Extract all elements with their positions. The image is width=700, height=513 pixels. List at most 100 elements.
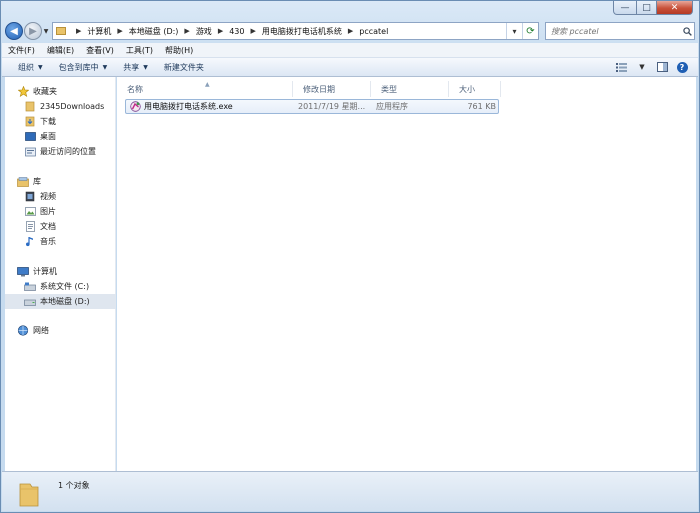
pictures-icon	[24, 206, 36, 218]
star-icon	[17, 86, 29, 98]
column-header-type[interactable]: 类型	[371, 81, 449, 97]
explorer-window: — □ ✕ ◀ ▶ ▼ ▶ 计算机 ▶ 本地磁盘 (D:) ▶ 游戏 ▶ 430…	[0, 0, 700, 513]
nav-libraries[interactable]: 库	[5, 174, 116, 189]
file-list-pane: 名称 ▲ 修改日期 类型 大小 用电脑拨打电话系统.exe 2011/7/19 …	[117, 77, 696, 471]
column-header-date-label: 修改日期	[303, 84, 335, 94]
nav-item-label: 图片	[40, 207, 56, 216]
chevron-down-icon: ▾	[512, 26, 517, 36]
nav-item-desktop[interactable]: 桌面	[5, 129, 116, 144]
share-button[interactable]: 共享 ▼	[115, 62, 156, 73]
toolbar-right: ▼ ?	[612, 59, 698, 75]
address-row: ◀ ▶ ▼ ▶ 计算机 ▶ 本地磁盘 (D:) ▶ 游戏 ▶ 430 ▶ 用电脑…	[5, 19, 695, 43]
column-header-name[interactable]: 名称 ▲	[117, 81, 293, 97]
sort-ascending-icon: ▲	[205, 81, 210, 88]
system-drive-icon	[24, 281, 36, 293]
nav-computer[interactable]: 计算机	[5, 264, 116, 279]
help-button[interactable]: ?	[672, 59, 692, 75]
nav-item-music[interactable]: 音乐	[5, 234, 116, 249]
chevron-right-icon[interactable]: ▶	[348, 27, 353, 35]
refresh-button[interactable]: ⟳	[522, 23, 538, 39]
menu-help[interactable]: 帮助(H)	[159, 45, 199, 56]
desktop-icon	[24, 131, 36, 143]
column-header-date[interactable]: 修改日期	[293, 81, 371, 97]
folder-icon	[56, 27, 66, 35]
forward-arrow-icon: ▶	[29, 25, 37, 37]
menu-view[interactable]: 查看(V)	[80, 45, 120, 56]
nav-item-documents[interactable]: 文档	[5, 219, 116, 234]
back-button[interactable]: ◀	[5, 22, 23, 40]
share-label: 共享	[123, 62, 140, 72]
breadcrumb-drive-d[interactable]: 本地磁盘 (D:)	[129, 26, 179, 37]
search-icon[interactable]	[680, 26, 694, 36]
file-type: 应用程序	[376, 102, 408, 111]
nav-item-label: 最近访问的位置	[40, 147, 96, 156]
nav-item-drive-c[interactable]: 系统文件 (C:)	[5, 279, 116, 294]
address-dropdown-button[interactable]: ▾	[506, 23, 522, 39]
nav-item-drive-d[interactable]: 本地磁盘 (D:)	[5, 294, 116, 309]
column-header-size[interactable]: 大小	[449, 81, 501, 97]
nav-item-label: 下载	[40, 117, 56, 126]
menu-file[interactable]: 文件(F)	[2, 45, 41, 56]
breadcrumb-pccatel[interactable]: pccatel	[359, 27, 388, 36]
minimize-button[interactable]: —	[613, 1, 637, 15]
command-bar: 组织 ▼ 包含到库中 ▼ 共享 ▼ 新建文件夹 ▼ ?	[2, 58, 698, 77]
preview-pane-button[interactable]	[652, 59, 672, 75]
menu-edit[interactable]: 编辑(E)	[41, 45, 80, 56]
chevron-right-icon[interactable]: ▶	[76, 27, 81, 35]
local-disk-icon	[24, 296, 36, 308]
chevron-right-icon[interactable]: ▶	[250, 27, 255, 35]
breadcrumb-430[interactable]: 430	[229, 27, 244, 36]
back-arrow-icon: ◀	[10, 25, 18, 37]
maximize-button[interactable]: □	[637, 1, 657, 15]
nav-computer-label: 计算机	[33, 267, 57, 276]
preview-pane-icon	[656, 62, 668, 72]
nav-network[interactable]: 网络	[5, 323, 116, 338]
close-button[interactable]: ✕	[657, 1, 693, 15]
organize-label: 组织	[18, 62, 34, 72]
nav-item-2345downloads[interactable]: 2345Downloads	[5, 99, 116, 114]
nav-favorites[interactable]: 收藏夹	[5, 84, 116, 99]
nav-item-label: 桌面	[40, 132, 56, 141]
breadcrumb-computer[interactable]: 计算机	[87, 26, 111, 37]
include-in-library-label: 包含到库中	[58, 62, 99, 72]
search-input[interactable]	[551, 26, 680, 36]
computer-icon	[17, 266, 29, 278]
document-icon	[24, 221, 36, 233]
nav-item-label: 文档	[40, 222, 56, 231]
nav-item-label: 本地磁盘 (D:)	[40, 297, 90, 306]
nav-item-recent-places[interactable]: 最近访问的位置	[5, 144, 116, 159]
nav-item-pictures[interactable]: 图片	[5, 204, 116, 219]
folder-icon	[24, 101, 36, 113]
organize-button[interactable]: 组织 ▼	[10, 62, 51, 73]
breadcrumb-phone-system[interactable]: 用电脑拨打电话机系统	[262, 26, 342, 37]
breadcrumb-games[interactable]: 游戏	[196, 26, 212, 37]
chevron-right-icon[interactable]: ▶	[218, 27, 223, 35]
nav-item-downloads[interactable]: 下载	[5, 114, 116, 129]
nav-network-label: 网络	[33, 326, 49, 335]
recent-pages-dropdown[interactable]: ▼	[42, 28, 50, 35]
search-box[interactable]	[545, 22, 695, 40]
nav-libraries-label: 库	[33, 177, 41, 186]
network-icon	[17, 325, 29, 337]
nav-item-label: 视频	[40, 192, 56, 201]
music-icon	[24, 236, 36, 248]
view-dropdown-button[interactable]: ▼	[632, 59, 652, 75]
file-row[interactable]: 用电脑拨打电话系统.exe 2011/7/19 星期... 应用程序 761 K…	[125, 99, 499, 114]
library-icon	[17, 176, 29, 188]
download-folder-icon	[24, 116, 36, 128]
forward-button[interactable]: ▶	[24, 22, 42, 40]
chevron-down-icon: ▼	[38, 63, 43, 71]
details-pane: 1 个对象	[2, 471, 698, 511]
chevron-right-icon[interactable]: ▶	[117, 27, 122, 35]
nav-item-videos[interactable]: 视频	[5, 189, 116, 204]
navigation-pane: 收藏夹 2345Downloads 下载 桌面 最近访问的位置 库 视频 图片 …	[5, 77, 116, 471]
details-view-icon	[616, 62, 627, 72]
include-in-library-button[interactable]: 包含到库中 ▼	[51, 62, 116, 73]
nav-item-label: 2345Downloads	[40, 102, 105, 111]
menu-tools[interactable]: 工具(T)	[120, 45, 159, 56]
view-options-button[interactable]	[612, 59, 632, 75]
address-actions: ▾ ⟳	[506, 23, 538, 39]
address-bar[interactable]: ▶ 计算机 ▶ 本地磁盘 (D:) ▶ 游戏 ▶ 430 ▶ 用电脑拨打电话机系…	[52, 22, 539, 40]
chevron-right-icon[interactable]: ▶	[184, 27, 189, 35]
new-folder-button[interactable]: 新建文件夹	[156, 62, 212, 73]
